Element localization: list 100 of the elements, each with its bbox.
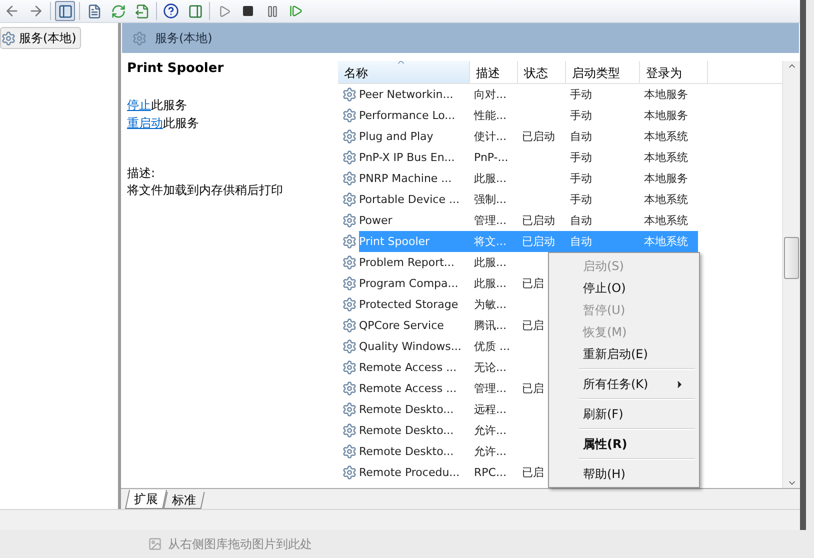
table-cell-text: 管理... xyxy=(473,381,508,397)
service-name-cell[interactable]: Protected Storage xyxy=(359,294,470,315)
table-cell: 已启动 xyxy=(518,231,566,252)
gear-icon xyxy=(342,318,357,333)
service-name-cell[interactable]: Program Compa... xyxy=(359,273,470,294)
table-cell-text: 已启 xyxy=(521,465,545,481)
table-cell-text: 本地系统 xyxy=(643,150,689,166)
play-icon xyxy=(218,4,230,18)
tree-item[interactable]: 服务(本地) xyxy=(0,27,82,49)
gear-icon xyxy=(342,339,357,354)
gear-icon xyxy=(342,234,357,249)
service-name-cell[interactable]: Quality Windows... xyxy=(359,336,470,357)
table-cell-text: 管理... xyxy=(473,213,508,229)
scroll-thumb[interactable] xyxy=(784,237,799,279)
service-name-cell[interactable]: Problem Report... xyxy=(359,252,470,273)
table-cell-text: 本地系统 xyxy=(643,192,689,208)
table-cell-text: 手动 xyxy=(569,108,593,124)
table-cell: 将文... xyxy=(470,231,518,252)
gear-icon xyxy=(342,360,357,375)
menu-item[interactable]: 停止(O) xyxy=(551,277,697,299)
table-cell-text: 已启动 xyxy=(521,213,556,229)
table-cell-text: 自动 xyxy=(569,129,593,145)
service-name-cell[interactable]: Remote Deskto... xyxy=(359,420,470,441)
table-cell-text: 本地服务 xyxy=(643,108,689,124)
table-cell-text: 自动 xyxy=(569,213,593,229)
gear-icon xyxy=(342,381,357,396)
gear-icon xyxy=(342,255,357,270)
action-text: 此服务 xyxy=(151,98,187,112)
menu-item[interactable]: 刷新(F) xyxy=(551,403,697,425)
scrollbar[interactable] xyxy=(782,61,800,488)
menu-item[interactable]: 帮助(H) xyxy=(551,463,697,485)
right-arrow-icon xyxy=(28,3,44,19)
refresh-icon xyxy=(110,4,126,18)
table-cell-text: RPC... xyxy=(473,465,508,481)
resume-icon xyxy=(289,4,303,18)
table-cell: 自动 xyxy=(566,231,640,252)
table-cell-text: 已启 xyxy=(521,381,545,397)
table-cell-text: 远程... xyxy=(473,402,508,418)
service-name-cell[interactable]: Remote Access ... xyxy=(359,357,470,378)
gear-icon xyxy=(342,276,357,291)
table-cell-text: 向对... xyxy=(473,87,508,103)
table-cell-text: 已启 xyxy=(521,318,545,334)
table-cell-text: 手动 xyxy=(569,87,593,103)
document-icon xyxy=(86,4,102,18)
gear-icon xyxy=(342,423,357,438)
table-cell-text: 本地服务 xyxy=(643,171,689,187)
service-name-cell[interactable]: Peer Networkin... xyxy=(359,84,470,105)
gear-icon xyxy=(132,30,147,46)
gear-icon xyxy=(1,30,16,46)
description-text: 将文件加载到内存供稍后打印 xyxy=(127,182,284,199)
menu-item[interactable]: 属性(R) xyxy=(551,433,697,455)
gear-icon xyxy=(342,108,357,123)
column-header[interactable]: 名称 xyxy=(338,61,470,83)
pause-icon xyxy=(266,4,278,18)
export-icon xyxy=(134,4,150,18)
help-icon xyxy=(163,3,179,19)
service-name-cell[interactable]: Remote Deskto... xyxy=(359,441,470,462)
header-title: 服务(本地) xyxy=(155,30,212,46)
gear-icon xyxy=(342,297,357,312)
help-button[interactable] xyxy=(161,1,181,21)
service-name-cell[interactable]: Remote Access ... xyxy=(359,378,470,399)
gear-icon xyxy=(342,213,357,228)
table-cell-text: 此服... xyxy=(473,255,508,271)
table-cell-text: 已启 xyxy=(521,276,545,292)
action-link[interactable]: 重启动 xyxy=(127,116,163,130)
table-cell-text: 本地服务 xyxy=(643,87,689,103)
tab[interactable]: 标准 xyxy=(163,492,205,509)
gear-icon xyxy=(342,192,357,207)
table-cell-text: PnP-... xyxy=(473,150,510,166)
menu-item[interactable]: 所有任务(K) xyxy=(551,373,697,395)
gear-icon xyxy=(342,402,357,417)
gear-icon xyxy=(342,171,357,186)
table-cell-text: 优质 ... xyxy=(473,339,511,355)
hint-text: 从右侧图库拖动图片到此处 xyxy=(168,536,312,552)
table-cell-text: 允许... xyxy=(473,423,508,439)
table-cell-text: 为敏... xyxy=(473,297,508,313)
service-name-cell[interactable]: Remote Deskto... xyxy=(359,399,470,420)
action-link[interactable]: 停止 xyxy=(127,98,151,112)
service-name-cell[interactable]: Portable Device ... xyxy=(359,189,470,210)
table-cell-text: 已启动 xyxy=(521,129,556,145)
table-cell-text: 手动 xyxy=(569,150,593,166)
table-cell-text: 此服... xyxy=(473,171,508,187)
table-cell-text: 腾讯... xyxy=(473,318,508,334)
description-label: 描述: xyxy=(127,165,156,182)
table-cell-text: 本地系统 xyxy=(643,129,689,145)
table-cell-text: 本地系统 xyxy=(643,213,689,229)
menu-item[interactable]: 重新启动(E) xyxy=(551,343,697,365)
service-name-cell[interactable]: PNRP Machine ... xyxy=(359,168,470,189)
panel-toggle-button[interactable] xyxy=(55,1,75,21)
service-name-cell[interactable]: Power xyxy=(359,210,470,231)
service-name-cell[interactable]: QPCore Service xyxy=(359,315,470,336)
picture-placeholder-icon xyxy=(148,537,162,551)
service-name-cell[interactable]: PnP-X IP Bus En... xyxy=(359,147,470,168)
table-cell-text: 使计... xyxy=(473,129,508,145)
service-name-cell[interactable]: Plug and Play xyxy=(359,126,470,147)
tab[interactable]: 扩展 xyxy=(124,490,168,509)
service-name-cell[interactable]: Remote Procedu... xyxy=(359,462,470,483)
table-cell-text: 无论... xyxy=(473,360,508,376)
table-cell-text: 此服... xyxy=(473,276,508,292)
service-name-cell[interactable]: Performance Lo... xyxy=(359,105,470,126)
